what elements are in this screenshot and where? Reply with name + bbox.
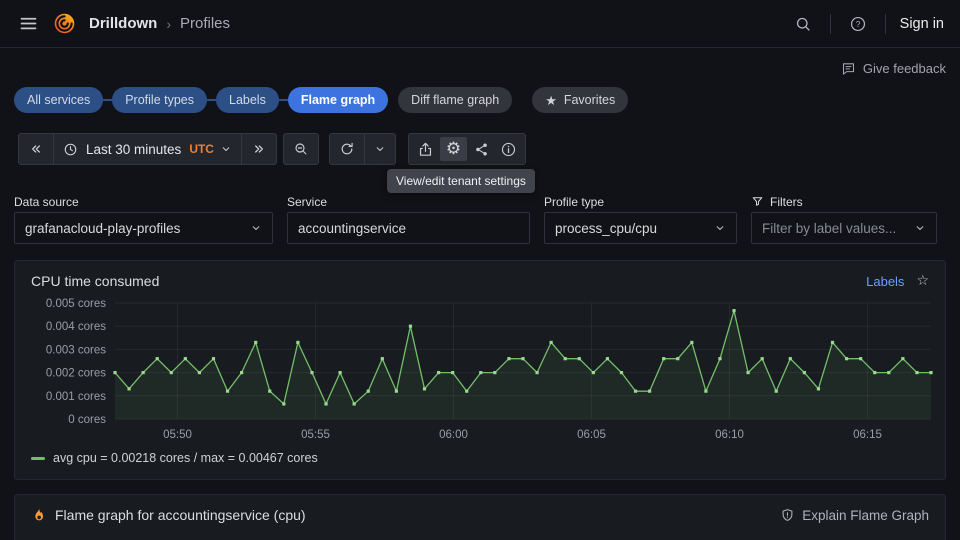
chevron-down-icon — [714, 222, 726, 234]
query-builder: Data source grafanacloud-play-profiles S… — [14, 194, 946, 244]
breadcrumb-separator: › — [166, 16, 171, 32]
data-source-select[interactable]: grafanacloud-play-profiles — [14, 212, 273, 244]
top-nav: Drilldown › Profiles ? Sign in — [0, 0, 960, 48]
tab-labels[interactable]: Labels — [216, 87, 279, 113]
cpu-time-panel: CPU time consumed Labels ☆ 0 cores 0.001 … — [14, 260, 946, 480]
flame-panel-title: Flame graph for accountingservice (cpu) — [55, 507, 306, 523]
data-source-value: grafanacloud-play-profiles — [25, 221, 250, 236]
service-select[interactable]: accountingservice — [287, 212, 530, 244]
refresh-button[interactable] — [330, 134, 364, 164]
svg-text:0.004 cores: 0.004 cores — [46, 321, 106, 333]
info-button[interactable] — [495, 134, 522, 164]
chevron-down-icon — [914, 222, 926, 234]
svg-text:06:10: 06:10 — [715, 429, 744, 441]
tab-connector — [279, 99, 288, 101]
svg-text:0.002 cores: 0.002 cores — [46, 368, 106, 380]
info-icon — [500, 141, 517, 158]
tenant-settings-button[interactable]: ⚙ — [440, 137, 467, 161]
svg-text:06:05: 06:05 — [577, 429, 606, 441]
refresh-interval-dropdown[interactable] — [364, 134, 395, 164]
search-icon — [794, 15, 812, 33]
explain-flame-graph-button[interactable]: Explain Flame Graph — [780, 508, 929, 523]
svg-text:05:55: 05:55 — [301, 429, 330, 441]
tab-connector — [103, 99, 112, 101]
profile-type-label: Profile type — [544, 194, 737, 209]
hamburger-icon — [18, 13, 39, 34]
shield-icon — [780, 508, 795, 523]
grafana-logo[interactable] — [53, 12, 76, 35]
breadcrumb: Drilldown › Profiles — [89, 15, 230, 32]
profile-type-value: process_cpu/cpu — [555, 221, 714, 236]
labels-link[interactable]: Labels — [866, 274, 904, 289]
time-range-picker[interactable]: Last 30 minutes UTC — [53, 134, 241, 164]
svg-text:0.005 cores: 0.005 cores — [46, 298, 106, 310]
time-shift-forward-button[interactable] — [241, 134, 276, 164]
filters-select[interactable]: Filter by label values... — [751, 212, 937, 244]
service-label: Service — [287, 194, 530, 209]
chevrons-right-icon — [251, 141, 267, 157]
cpu-chart[interactable]: 0 cores 0.001 cores 0.002 cores 0.003 cores… — [23, 295, 939, 445]
help-icon: ? — [849, 15, 867, 33]
share-button[interactable] — [468, 134, 495, 164]
refresh-icon — [339, 141, 355, 157]
give-feedback-button[interactable]: Give feedback — [841, 61, 946, 76]
zoom-out-icon — [293, 141, 309, 157]
explain-flame-graph-label: Explain Flame Graph — [802, 508, 929, 523]
svg-text:05:50: 05:50 — [163, 429, 192, 441]
breadcrumb-app[interactable]: Drilldown — [89, 15, 157, 32]
svg-text:06:00: 06:00 — [439, 429, 468, 441]
data-source-label: Data source — [14, 194, 273, 209]
tab-all-services[interactable]: All services — [14, 87, 103, 113]
time-shift-back-button[interactable] — [19, 134, 53, 164]
legend-series-marker[interactable] — [31, 457, 45, 460]
time-toolbar: Last 30 minutes UTC — [18, 133, 946, 165]
chevron-down-icon — [374, 143, 386, 155]
timezone-label: UTC — [189, 142, 214, 156]
search-button[interactable] — [790, 11, 816, 37]
tab-connector — [207, 99, 216, 101]
sign-in-button[interactable]: Sign in — [900, 16, 944, 32]
svg-text:0.001 cores: 0.001 cores — [46, 391, 106, 403]
star-icon: ★ — [545, 94, 557, 107]
give-feedback-label: Give feedback — [863, 61, 946, 76]
gear-icon: ⚙ — [446, 141, 461, 158]
svg-text:06:15: 06:15 — [853, 429, 882, 441]
svg-text:0.003 cores: 0.003 cores — [46, 344, 106, 356]
chevron-down-icon — [250, 222, 262, 234]
tab-profile-types[interactable]: Profile types — [112, 87, 207, 113]
tab-favorites[interactable]: ★ Favorites — [532, 87, 628, 113]
tab-favorites-label: Favorites — [564, 93, 615, 107]
favorite-star-button[interactable]: ☆ — [916, 274, 929, 288]
tab-flame-graph[interactable]: Flame graph — [288, 87, 388, 113]
chevron-down-icon — [220, 143, 232, 155]
profile-type-select[interactable]: process_cpu/cpu — [544, 212, 737, 244]
help-button[interactable]: ? — [845, 11, 871, 37]
export-button[interactable] — [412, 134, 439, 164]
chevrons-left-icon — [28, 141, 44, 157]
service-value: accountingservice — [298, 221, 519, 236]
nav-divider — [830, 14, 831, 34]
time-zoom-out-button[interactable] — [284, 134, 318, 164]
share-icon — [473, 141, 490, 158]
fire-icon — [31, 507, 47, 523]
comment-icon — [841, 61, 856, 76]
clock-icon — [63, 142, 78, 157]
time-range-label: Last 30 minutes — [86, 142, 181, 157]
breadcrumb-page[interactable]: Profiles — [180, 15, 230, 32]
filters-label: Filters — [770, 195, 803, 209]
tab-diff-flame-graph[interactable]: Diff flame graph — [398, 87, 512, 113]
svg-text:?: ? — [855, 19, 860, 28]
nav-divider — [885, 14, 886, 34]
menu-toggle-button[interactable] — [16, 11, 41, 36]
upload-icon — [417, 141, 434, 158]
breadcrumb-tabs: All services Profile types Labels Flame … — [14, 87, 946, 113]
filter-funnel-icon — [751, 195, 764, 208]
filters-placeholder: Filter by label values... — [762, 221, 914, 236]
legend-series-label[interactable]: avg cpu = 0.00218 cores / max = 0.00467 … — [53, 451, 318, 465]
settings-tooltip: View/edit tenant settings — [387, 169, 535, 193]
cpu-panel-title: CPU time consumed — [31, 273, 159, 289]
flame-graph-panel: Flame graph for accountingservice (cpu) … — [14, 494, 946, 540]
svg-text:0 cores: 0 cores — [68, 414, 106, 426]
